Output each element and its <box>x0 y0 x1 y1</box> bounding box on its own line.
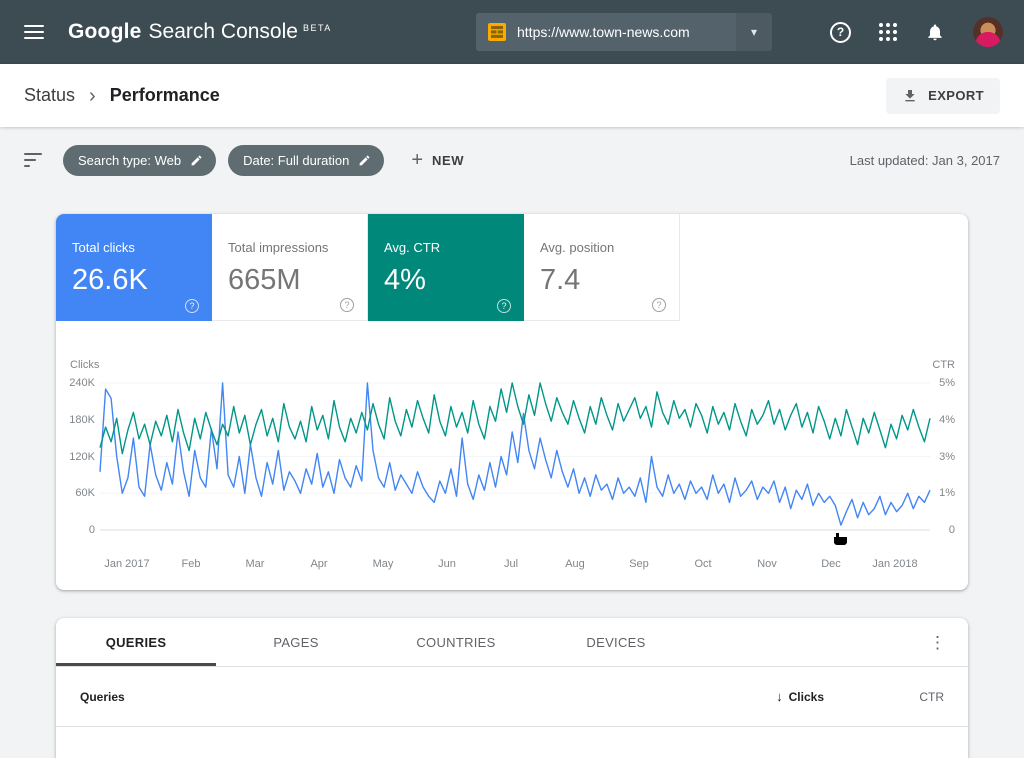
metric-label: Avg. position <box>540 240 663 255</box>
help-question-icon[interactable]: ? <box>340 298 354 312</box>
metric-value: 4% <box>384 264 508 297</box>
property-selector[interactable]: https://www.town-news.com ▾ <box>476 13 772 51</box>
left-axis-ticks: 240K 180K 120K 60K 0 <box>56 321 95 590</box>
x-axis-month-label: Oct <box>694 558 711 570</box>
chip-label: Date: Full duration <box>243 153 349 168</box>
property-icon <box>488 23 506 41</box>
topbar-actions: ? <box>830 17 1003 47</box>
series-line-clicks <box>100 383 930 525</box>
mouse-cursor-artifact <box>833 532 848 550</box>
chart-canvas <box>100 383 930 530</box>
tab-pages[interactable]: PAGES <box>216 618 376 666</box>
metric-value: 665M <box>228 264 351 297</box>
x-axis-month-label: Mar <box>246 558 265 570</box>
tab-queries[interactable]: QUERIES <box>56 618 216 666</box>
axis-tick-label: 4% <box>939 414 955 426</box>
chevron-down-icon[interactable]: ▾ <box>736 13 772 51</box>
right-axis-ticks: 5% 4% 3% 1% 0 <box>929 321 955 590</box>
axis-tick-label: 120K <box>69 451 95 463</box>
property-url: https://www.town-news.com <box>517 24 736 40</box>
filter-list-icon <box>24 153 44 167</box>
x-axis-month-label: Apr <box>310 558 327 570</box>
tab-countries[interactable]: COUNTRIES <box>376 618 536 666</box>
axis-tick-label: 60K <box>75 487 95 499</box>
edit-pencil-icon[interactable] <box>358 154 371 167</box>
help-question-icon[interactable]: ? <box>497 299 511 313</box>
metric-tile-avg-ctr[interactable]: Avg. CTR 4% ? <box>368 214 524 321</box>
export-button[interactable]: EXPORT <box>886 78 1000 114</box>
column-header-clicks-sort[interactable]: ↓ Clicks <box>776 689 824 704</box>
app-logo[interactable]: Google Search Console BETA <box>68 20 332 44</box>
logo-google: Google <box>68 20 142 44</box>
help-icon[interactable]: ? <box>830 22 851 43</box>
metric-value: 26.6K <box>72 264 196 297</box>
axis-tick-label: 0 <box>89 524 95 536</box>
metric-tile-total-clicks[interactable]: Total clicks 26.6K ? <box>56 214 212 321</box>
x-axis-month-label: Nov <box>757 558 777 570</box>
axis-tick-label: 3% <box>939 451 955 463</box>
menu-icon[interactable] <box>24 25 44 39</box>
queries-table-card: QUERIES PAGES COUNTRIES DEVICES ⋮ Querie… <box>56 618 968 758</box>
filter-bar: Search type: Web Date: Full duration + N… <box>0 127 1024 193</box>
notifications-bell-icon[interactable] <box>925 22 945 42</box>
plus-icon: + <box>411 150 423 170</box>
new-filter-label: NEW <box>432 153 464 168</box>
download-icon <box>902 88 918 104</box>
logo-beta-badge: BETA <box>303 23 332 33</box>
x-axis-month-label: Dec <box>821 558 841 570</box>
overflow-menu-icon[interactable]: ⋮ <box>921 618 954 667</box>
breadcrumb-bar: Status › Performance EXPORT <box>0 64 1024 127</box>
logo-product: Search Console <box>149 20 298 44</box>
metric-label: Total impressions <box>228 240 351 255</box>
breadcrumb-chevron-icon: › <box>89 86 96 106</box>
top-app-bar: Google Search Console BETA https://www.t… <box>0 0 1024 64</box>
export-label: EXPORT <box>928 88 984 103</box>
user-avatar[interactable] <box>973 17 1003 47</box>
x-axis-month-label: Jan 2018 <box>872 558 917 570</box>
axis-tick-label: 1% <box>939 487 955 499</box>
x-axis-month-label: Sep <box>629 558 649 570</box>
dimension-tabs: QUERIES PAGES COUNTRIES DEVICES ⋮ <box>56 618 968 667</box>
help-question-icon[interactable]: ? <box>652 298 666 312</box>
axis-tick-label: 5% <box>939 377 955 389</box>
metric-tile-avg-position[interactable]: Avg. position 7.4 ? <box>524 214 680 321</box>
apps-grid-icon[interactable] <box>879 23 897 41</box>
column-header-queries: Queries <box>80 690 125 704</box>
help-question-icon[interactable]: ? <box>185 299 199 313</box>
last-updated-text: Last updated: Jan 3, 2017 <box>850 153 1000 168</box>
axis-tick-label: 180K <box>69 414 95 426</box>
sort-desc-arrow-icon: ↓ <box>776 689 783 704</box>
x-axis-month-label: Jul <box>504 558 518 570</box>
new-filter-button[interactable]: + NEW <box>411 150 464 170</box>
metric-label: Avg. CTR <box>384 240 508 255</box>
column-header-ctr[interactable]: CTR <box>824 690 944 704</box>
x-axis-month-label: May <box>373 558 394 570</box>
metric-tile-total-impressions[interactable]: Total impressions 665M ? <box>212 214 368 321</box>
filter-chip-date[interactable]: Date: Full duration <box>228 145 384 176</box>
x-axis-month-label: Jan 2017 <box>104 558 149 570</box>
performance-chart-card: Total clicks 26.6K ? Total impressions 6… <box>56 214 968 590</box>
chip-label: Search type: Web <box>78 153 181 168</box>
page-title: Performance <box>110 85 220 106</box>
x-axis-month-label: Aug <box>565 558 585 570</box>
chart-plot-area[interactable] <box>100 383 930 530</box>
x-axis-month-label: Feb <box>182 558 201 570</box>
x-axis-labels: Jan 2017 Feb Mar Apr May Jun Jul Aug Sep Oct Nov De… <box>100 558 930 572</box>
tab-devices[interactable]: DEVICES <box>536 618 696 666</box>
metric-value: 7.4 <box>540 264 663 297</box>
filter-chip-search-type[interactable]: Search type: Web <box>63 145 216 176</box>
axis-tick-label: 0 <box>949 524 955 536</box>
line-chart: Clicks CTR 240K180K120K60K0 5%4%3%1%0 Ja… <box>56 321 968 590</box>
edit-pencil-icon[interactable] <box>190 154 203 167</box>
metric-label: Total clicks <box>72 240 196 255</box>
table-header-row: Queries ↓ Clicks CTR <box>56 667 968 727</box>
breadcrumb-status-link[interactable]: Status <box>24 85 75 106</box>
x-axis-month-label: Jun <box>438 558 456 570</box>
axis-tick-label: 240K <box>69 377 95 389</box>
metric-tiles-row: Total clicks 26.6K ? Total impressions 6… <box>56 214 968 321</box>
clicks-header-label: Clicks <box>789 690 824 704</box>
